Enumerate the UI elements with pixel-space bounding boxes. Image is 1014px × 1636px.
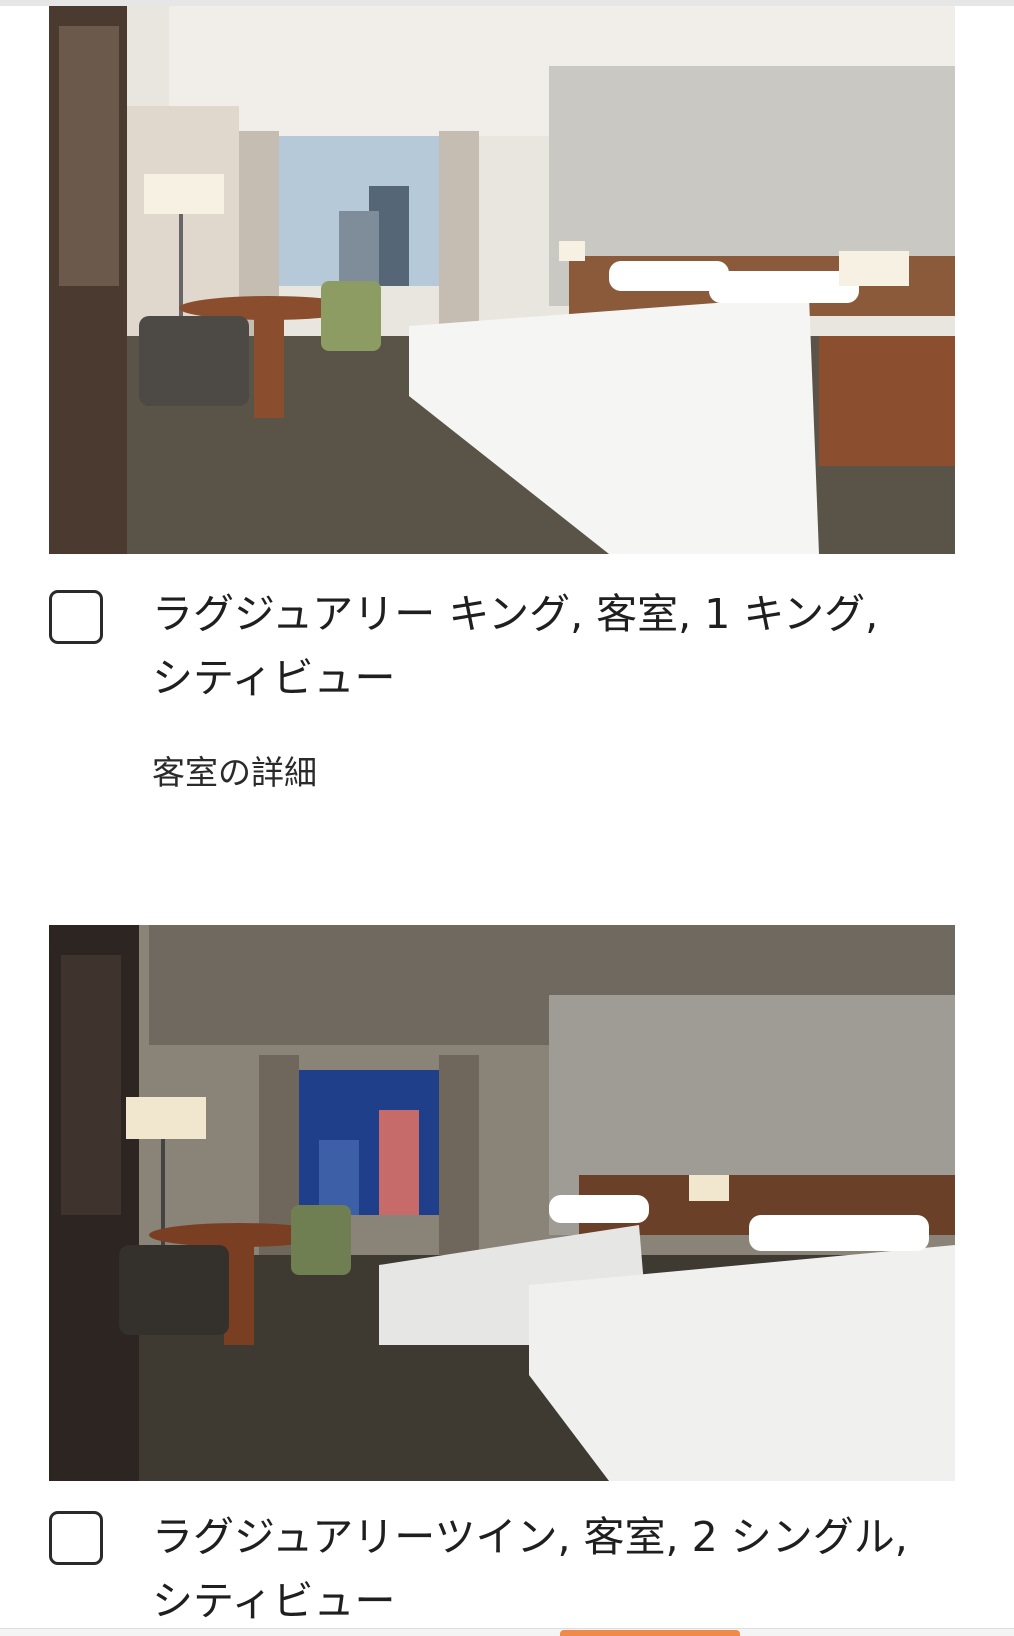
room-select-checkbox-twin[interactable] [49, 1511, 103, 1565]
room-photo-king[interactable] [49, 6, 955, 554]
room-photo-twin[interactable] [49, 925, 955, 1481]
room-details-link[interactable]: 客室の詳細 [152, 746, 317, 794]
room-title-king: ラグジュアリー キング, 客室, 1 キング, シティビュー [152, 590, 879, 702]
bottom-accent-tab[interactable] [560, 1630, 740, 1636]
room-select-checkbox-king[interactable] [49, 590, 103, 644]
bottom-bar [0, 1628, 1014, 1636]
room-title-twin: ラグジュアリーツイン, 客室, 2 シングル, シティビュー [152, 1513, 908, 1625]
room-list-page: ラグジュアリー キング, 客室, 1 キング, シティビュー 客室の詳細 ラグジ… [0, 0, 1014, 1636]
